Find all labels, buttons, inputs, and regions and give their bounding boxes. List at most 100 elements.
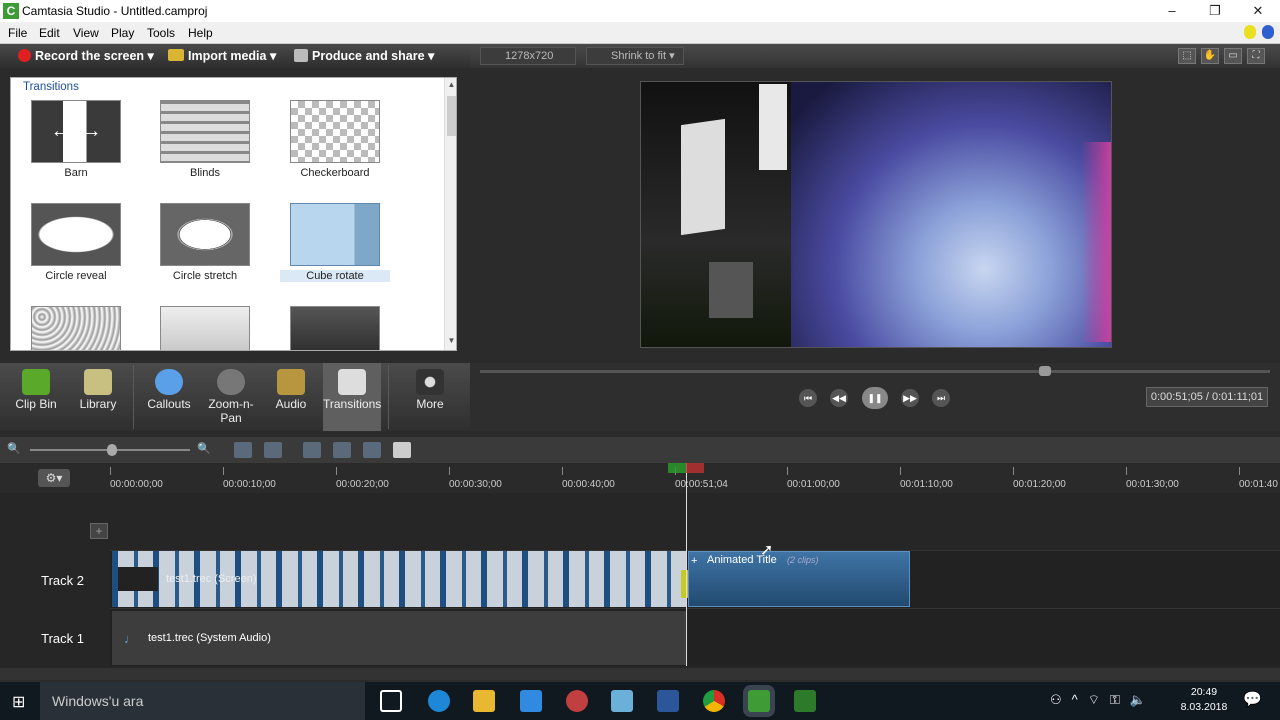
tab-library[interactable]: Library — [67, 363, 129, 431]
transition-circle-stretch[interactable]: Circle stretch — [150, 203, 260, 282]
fast-forward-icon[interactable]: ▶▶ — [901, 389, 919, 407]
tab-audio[interactable]: Audio — [262, 363, 320, 431]
transition-blinds[interactable]: Blinds — [150, 100, 260, 179]
screen-window — [759, 84, 787, 170]
skip-end-icon[interactable]: ⏭ — [932, 389, 950, 407]
tab-clip-bin[interactable]: Clip Bin — [5, 363, 67, 431]
barn-thumbnail: ← → — [31, 100, 121, 163]
transition-dissolve[interactable] — [21, 306, 131, 350]
scroll-down-icon[interactable]: ▼ — [446, 336, 456, 348]
transition-cube-rotate[interactable]: Cube rotate — [280, 203, 390, 282]
word-icon[interactable] — [657, 690, 679, 712]
task-view-icon[interactable] — [380, 690, 402, 712]
zoom-slider-knob[interactable] — [107, 444, 117, 456]
expand-group-icon[interactable]: + — [691, 555, 697, 567]
tab-transitions[interactable]: Transitions — [323, 363, 381, 431]
animated-title-clip[interactable]: + Animated Title (2 clips) — [688, 551, 910, 607]
store-icon[interactable] — [520, 690, 542, 712]
window-title: Camtasia Studio - Untitled.camproj — [22, 4, 208, 18]
copy-icon[interactable] — [363, 442, 381, 458]
ruler-label: 00:01:20;00 — [1013, 479, 1066, 490]
tab-zoom-n-pan[interactable]: Zoom-n- Pan — [200, 363, 262, 431]
transition-fade-black[interactable] — [280, 306, 390, 350]
windows-start-icon[interactable]: ⊞ — [12, 692, 25, 712]
time-readout: 0:00:51;05 / 0:01:11;01 — [1146, 387, 1268, 407]
audio-clip[interactable]: ♩ test1.trec (System Audio) — [112, 611, 686, 665]
paste-icon[interactable] — [393, 442, 411, 458]
chrome-icon[interactable] — [703, 690, 725, 712]
split-icon[interactable] — [333, 442, 351, 458]
undo-icon[interactable] — [234, 442, 252, 458]
zoom-out-icon[interactable]: 🔍 — [7, 442, 25, 458]
menu-file[interactable]: File — [8, 26, 27, 40]
zoom-in-icon[interactable]: 🔍 — [197, 442, 215, 458]
track-1-label[interactable]: Track 1 — [0, 631, 110, 646]
scroll-thumb[interactable] — [447, 96, 456, 136]
file-explorer-icon[interactable] — [473, 690, 495, 712]
transition-checkerboard[interactable]: Checkerboard — [280, 100, 390, 179]
timeline-hscrollbar[interactable] — [0, 668, 1280, 680]
canvas-size-dropdown[interactable]: 1278x720 — [480, 47, 576, 65]
help-globe-icon[interactable] — [1262, 25, 1274, 39]
edge-icon[interactable] — [428, 690, 450, 712]
transition-barn[interactable]: ← → Barn — [21, 100, 131, 179]
cut-icon[interactable] — [303, 442, 321, 458]
preview-scrubber[interactable] — [480, 370, 1270, 373]
menu-edit[interactable]: Edit — [39, 26, 60, 40]
ruler-label: 00:01:30;00 — [1126, 479, 1179, 490]
transitions-scrollbar[interactable]: ▲ ▼ — [444, 78, 456, 350]
redo-icon[interactable] — [264, 442, 282, 458]
video-preview[interactable] — [640, 81, 1112, 348]
camtasia-recorder-icon[interactable] — [794, 690, 816, 712]
clip-thumbnail — [118, 567, 158, 591]
ruler-label: 00:00:20;00 — [336, 479, 389, 490]
ruler-label: 00:00:40;00 — [562, 479, 615, 490]
close-button[interactable]: ✕ — [1238, 2, 1278, 20]
transition-circle-reveal[interactable]: Circle reveal — [21, 203, 131, 282]
zoom-icon — [217, 369, 245, 395]
taskbar-search[interactable]: Windows'u ara — [40, 682, 365, 720]
pan-hand-icon[interactable]: ✋ — [1201, 48, 1219, 64]
app-icon[interactable] — [611, 690, 633, 712]
tab-callouts[interactable]: Callouts — [138, 363, 200, 431]
zoom-dropdown[interactable]: Shrink to fit ▾ — [586, 47, 684, 65]
menu-view[interactable]: View — [73, 26, 99, 40]
menu-play[interactable]: Play — [111, 26, 134, 40]
fade-thumbnail — [160, 306, 250, 350]
tab-more[interactable]: More — [400, 363, 460, 431]
camtasia-icon[interactable] — [748, 690, 770, 712]
main-toolbar: Record the screen ▾ Import media ▾ Produ… — [0, 44, 470, 68]
import-media-button[interactable]: Import media ▾ — [168, 48, 276, 63]
add-track-icon[interactable]: + — [90, 523, 108, 539]
taskbar-clock[interactable]: 20:49 8.03.2018 — [1180, 685, 1228, 715]
system-tray-icons[interactable]: ⚇^⌔⚿🔈 — [1050, 692, 1156, 708]
playhead[interactable] — [686, 463, 687, 666]
fullscreen-icon[interactable]: ⛶ — [1247, 48, 1265, 64]
crop-icon[interactable]: ⬚ — [1178, 48, 1196, 64]
notifications-icon[interactable]: 💬 — [1243, 690, 1262, 708]
scroll-up-icon[interactable]: ▲ — [446, 80, 456, 92]
produce-share-button[interactable]: Produce and share ▾ — [294, 48, 434, 63]
pause-icon[interactable]: ❚❚ — [862, 387, 888, 409]
snipping-icon[interactable] — [566, 690, 588, 712]
menu-tools[interactable]: Tools — [147, 26, 175, 40]
record-screen-button[interactable]: Record the screen ▾ — [18, 48, 154, 63]
lightbulb-icon[interactable] — [1244, 25, 1256, 39]
gear-icon[interactable]: ⚙▾ — [38, 469, 70, 487]
transitions-header: Transitions — [23, 81, 79, 93]
maximize-button[interactable]: ❐ — [1195, 2, 1235, 20]
track-2-label[interactable]: Track 2 — [0, 573, 110, 588]
screen-clip[interactable]: test1.trec (Screen) — [112, 551, 686, 607]
playhead-range-marker[interactable] — [668, 463, 704, 473]
detach-preview-icon[interactable]: ▭ — [1224, 48, 1242, 64]
ruler-label: 00:01:40 — [1239, 479, 1278, 490]
blinds-thumbnail — [160, 100, 250, 163]
minimize-button[interactable]: – — [1152, 2, 1192, 20]
menu-help[interactable]: Help — [188, 26, 213, 40]
rewind-icon[interactable]: ◀◀ — [830, 389, 848, 407]
skip-start-icon[interactable]: ⏮ — [799, 389, 817, 407]
clip-count-label: (2 clips) — [787, 555, 819, 565]
transition-fade[interactable] — [150, 306, 260, 350]
screen-window — [681, 118, 725, 236]
scrubber-knob[interactable] — [1039, 366, 1051, 376]
